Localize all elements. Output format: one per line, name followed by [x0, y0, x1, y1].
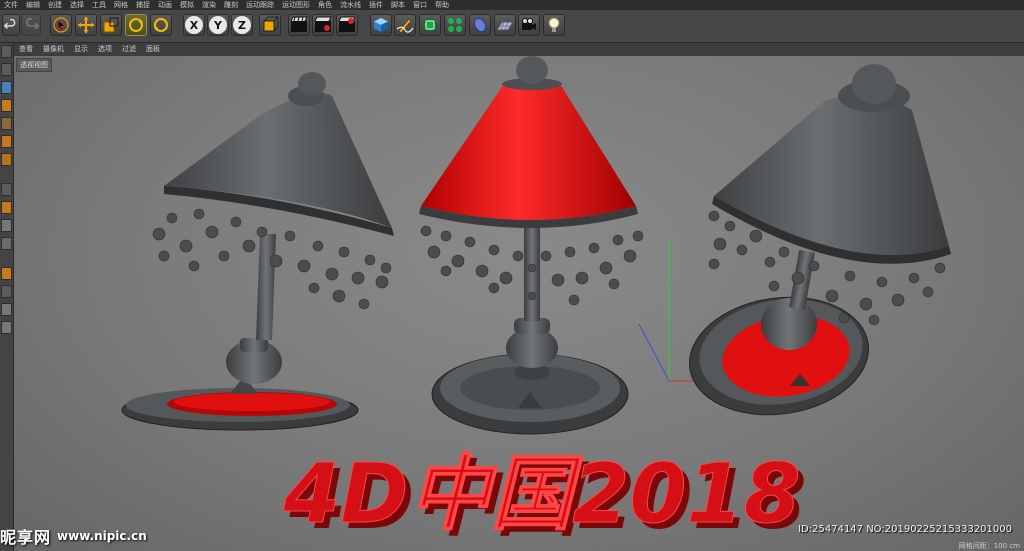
lamp-middle: [419, 56, 644, 435]
tweak-mode-icon[interactable]: [1, 201, 12, 214]
lamp-left: [121, 72, 394, 431]
svg-text:4D中国2018: 4D中国2018: [282, 447, 800, 542]
array-icon[interactable]: [444, 14, 466, 36]
texture-mode-icon[interactable]: [1, 81, 12, 94]
menu-item[interactable]: 渲染: [198, 0, 220, 10]
menu-item[interactable]: 模拟: [176, 0, 198, 10]
planar-workplane-icon[interactable]: [1, 285, 12, 298]
scale-icon[interactable]: [100, 14, 122, 36]
light-icon[interactable]: [543, 14, 565, 36]
menu-item[interactable]: 运动图形: [278, 0, 314, 10]
menu-item[interactable]: 文件: [0, 0, 22, 10]
floor-icon[interactable]: [494, 14, 516, 36]
subdivision-icon[interactable]: [419, 14, 441, 36]
viewport-menu-item[interactable]: 摄像机: [38, 43, 69, 55]
pen-icon[interactable]: [394, 14, 416, 36]
watermark: 昵享网 www.nipic.cn: [0, 520, 147, 551]
watermark-url: www.nipic.cn: [57, 528, 147, 543]
viewport-menu-item[interactable]: 过滤: [117, 43, 141, 55]
render-settings-icon[interactable]: [336, 14, 358, 36]
x-axis-icon[interactable]: X: [183, 14, 205, 36]
render-picture-icon[interactable]: [312, 14, 334, 36]
viewport-menu-item[interactable]: 显示: [69, 43, 93, 55]
cube-icon[interactable]: [370, 14, 392, 36]
rotate-alt-icon[interactable]: [150, 14, 172, 36]
menu-item[interactable]: 插件: [365, 0, 387, 10]
menu-item[interactable]: 动画: [154, 0, 176, 10]
polygons-mode-icon[interactable]: [1, 153, 12, 166]
z-axis-icon[interactable]: Z: [231, 14, 253, 36]
locked-workplane-icon[interactable]: [1, 267, 12, 280]
menu-item[interactable]: 工具: [88, 0, 110, 10]
workplane-icon[interactable]: [1, 99, 12, 112]
coordinate-system-icon[interactable]: [259, 14, 281, 36]
menu-item[interactable]: 窗口: [409, 0, 431, 10]
left-tool-palette: [0, 43, 14, 551]
edges-mode-icon[interactable]: [1, 135, 12, 148]
viewport-menu: 查看 摄像机 显示 选项 过滤 面板: [14, 43, 1024, 55]
menu-item[interactable]: 网格: [110, 0, 132, 10]
viewport-solo-icon[interactable]: [1, 219, 12, 232]
menu-item[interactable]: 脚本: [387, 0, 409, 10]
undo-icon[interactable]: [2, 14, 20, 36]
y-axis-icon[interactable]: Y: [207, 14, 229, 36]
viewport-menu-item[interactable]: 查看: [14, 43, 38, 55]
render-view-icon[interactable]: [288, 14, 310, 36]
snap-icon[interactable]: [1, 237, 12, 250]
axis-z-line: [638, 323, 670, 382]
perspective-viewport[interactable]: 透视视图 4D中国2018 4D中国2018: [14, 56, 1024, 551]
menu-item[interactable]: 雕刻: [220, 0, 242, 10]
select-arrow-icon[interactable]: [50, 14, 72, 36]
main-toolbar: X Y Z: [0, 10, 1024, 43]
menu-item[interactable]: 角色: [314, 0, 336, 10]
quantize-icon[interactable]: [1, 321, 12, 334]
grid-spacing-status: 网格间距：100 cm: [958, 542, 1020, 550]
points-mode-icon[interactable]: [1, 117, 12, 130]
viewport-menu-item[interactable]: 面板: [141, 43, 165, 55]
rotate-icon[interactable]: [125, 14, 147, 36]
menu-item[interactable]: 流水线: [336, 0, 365, 10]
camera-icon[interactable]: [518, 14, 540, 36]
menu-item[interactable]: 选择: [66, 0, 88, 10]
menu-item[interactable]: 运动跟踪: [242, 0, 278, 10]
headline-3d-text: 4D中国2018 4D中国2018: [282, 447, 807, 549]
make-editable-icon[interactable]: [1, 45, 12, 58]
menu-item[interactable]: 创建: [44, 0, 66, 10]
menu-item[interactable]: 捕捉: [132, 0, 154, 10]
lamp-right: [689, 64, 951, 416]
menu-item[interactable]: 帮助: [431, 0, 453, 10]
watermark-logo: 昵享网: [0, 527, 52, 547]
redo-icon[interactable]: [21, 14, 41, 36]
scene-render: 4D中国2018 4D中国2018: [121, 56, 951, 549]
menu-item[interactable]: 编辑: [22, 0, 44, 10]
axis-mode-icon[interactable]: [1, 183, 12, 196]
move-icon[interactable]: [75, 14, 97, 36]
watermark-id: ID:25474147 NO:20190225215333201000: [798, 524, 1012, 535]
deformer-icon[interactable]: [469, 14, 491, 36]
model-mode-icon[interactable]: [1, 63, 12, 76]
menu-bar: 文件 编辑 创建 选择 工具 网格 捕捉 动画 模拟 渲染 雕刻 运动跟踪 运动图形 角色 流水线 插件 脚本窗…: [0, 0, 1024, 10]
viewport-menu-item[interactable]: 选项: [93, 43, 117, 55]
grid-snap-icon[interactable]: [1, 303, 12, 316]
